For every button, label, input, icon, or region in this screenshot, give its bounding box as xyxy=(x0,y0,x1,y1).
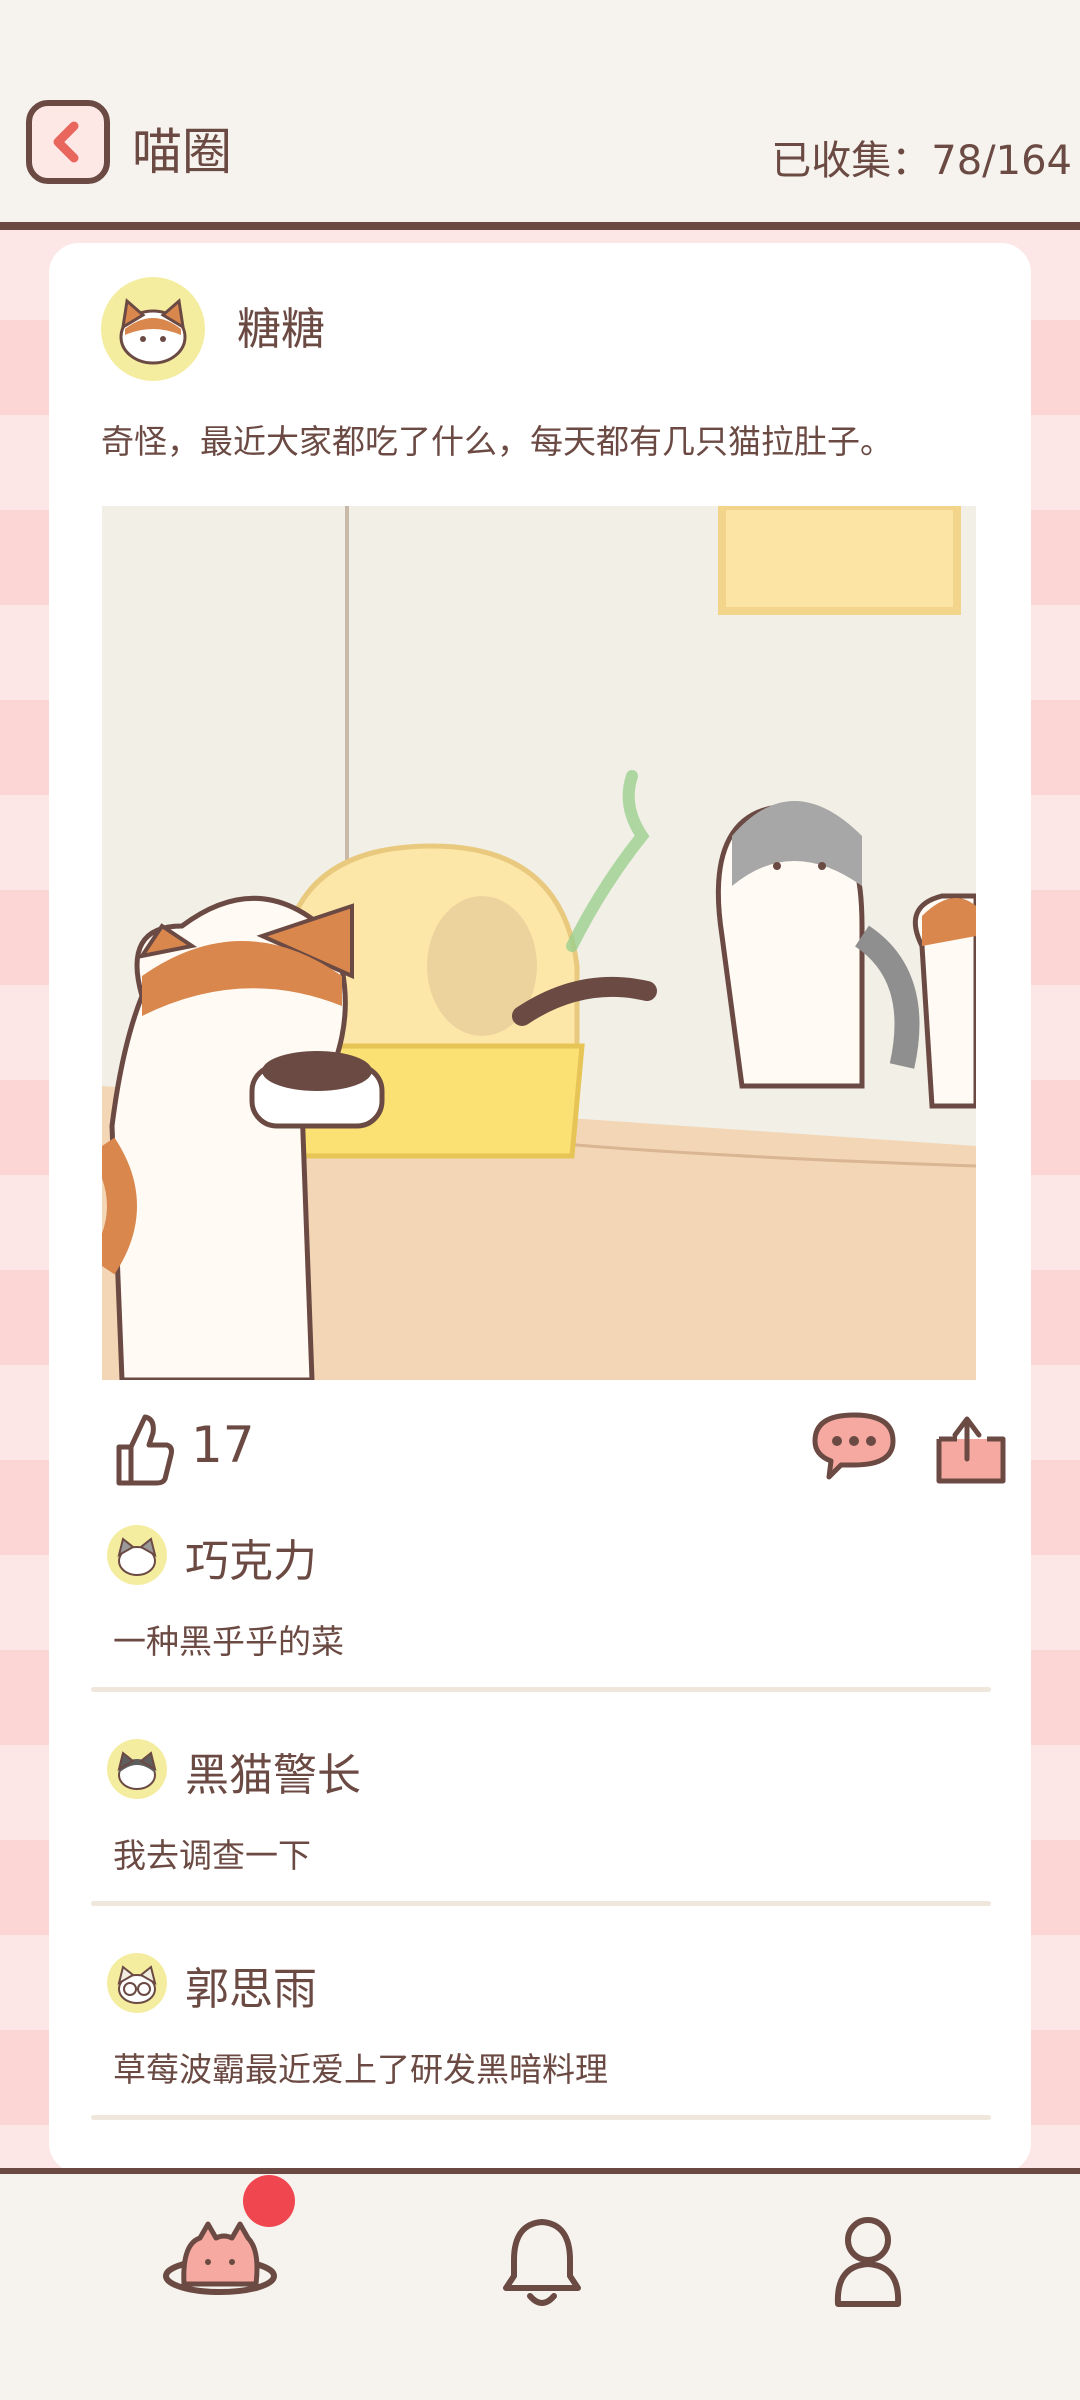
planet-cat-icon xyxy=(163,2221,277,2295)
thumbs-up-icon[interactable] xyxy=(111,1411,175,1487)
nav-planet-cat[interactable] xyxy=(160,2214,280,2318)
divider xyxy=(91,1687,991,1692)
comment-text: 草莓波霸最近爱上了研发黑暗料理 xyxy=(113,2050,608,2089)
app-header: 喵圈 已收集：78/164 xyxy=(0,0,1080,230)
cat-face-icon xyxy=(119,298,187,365)
commenter-avatar[interactable] xyxy=(107,1953,167,2013)
comment-item: 郭思雨 草莓波霸最近爱上了研发黑暗料理 xyxy=(91,1943,991,2133)
bell-icon xyxy=(503,2219,581,2306)
profile-icon xyxy=(834,2217,902,2307)
divider xyxy=(91,2115,991,2120)
bottom-nav xyxy=(0,2168,1080,2400)
nav-notifications[interactable] xyxy=(500,2214,584,2314)
comment-item: 黑猫警长 我去调查一下 xyxy=(91,1729,991,1919)
comment-item: 巧克力 一种黑乎乎的菜 xyxy=(91,1515,991,1705)
commenter-name[interactable]: 黑猫警长 xyxy=(185,1739,361,1803)
nav-profile[interactable] xyxy=(830,2214,906,2314)
cats-litterbox-illustration xyxy=(102,506,976,1380)
comment-text: 我去调查一下 xyxy=(113,1836,311,1875)
page-title: 喵圈 xyxy=(132,123,232,181)
notification-badge xyxy=(243,2175,295,2227)
comment-bubble-icon[interactable] xyxy=(811,1411,897,1481)
author-avatar[interactable] xyxy=(101,277,205,381)
post-actions: 17 xyxy=(111,1411,1011,1486)
share-icon[interactable] xyxy=(931,1411,1011,1487)
post-text: 奇怪，最近大家都吃了什么，每天都有几只猫拉肚子。 xyxy=(101,422,893,461)
cat-face-icon xyxy=(117,1751,157,1790)
back-button[interactable] xyxy=(26,100,110,184)
divider xyxy=(91,1901,991,1906)
commenter-name[interactable]: 郭思雨 xyxy=(185,1953,317,2017)
post-card: 糖糖 奇怪，最近大家都吃了什么，每天都有几只猫拉肚子。 17 巧克力 一种黑乎乎… xyxy=(49,243,1031,2173)
commenter-avatar[interactable] xyxy=(107,1739,167,1799)
collected-counter: 已收集：78/164 xyxy=(771,138,1072,184)
cat-face-icon xyxy=(117,1537,157,1576)
chevron-left-icon xyxy=(53,121,79,163)
author-name[interactable]: 糖糖 xyxy=(237,293,325,357)
comment-text: 一种黑乎乎的菜 xyxy=(113,1622,344,1661)
commenter-name[interactable]: 巧克力 xyxy=(185,1525,317,1589)
post-image[interactable] xyxy=(102,506,976,1380)
commenter-avatar[interactable] xyxy=(107,1525,167,1585)
cat-face-icon xyxy=(117,1965,157,2004)
like-count: 17 xyxy=(191,1416,255,1474)
